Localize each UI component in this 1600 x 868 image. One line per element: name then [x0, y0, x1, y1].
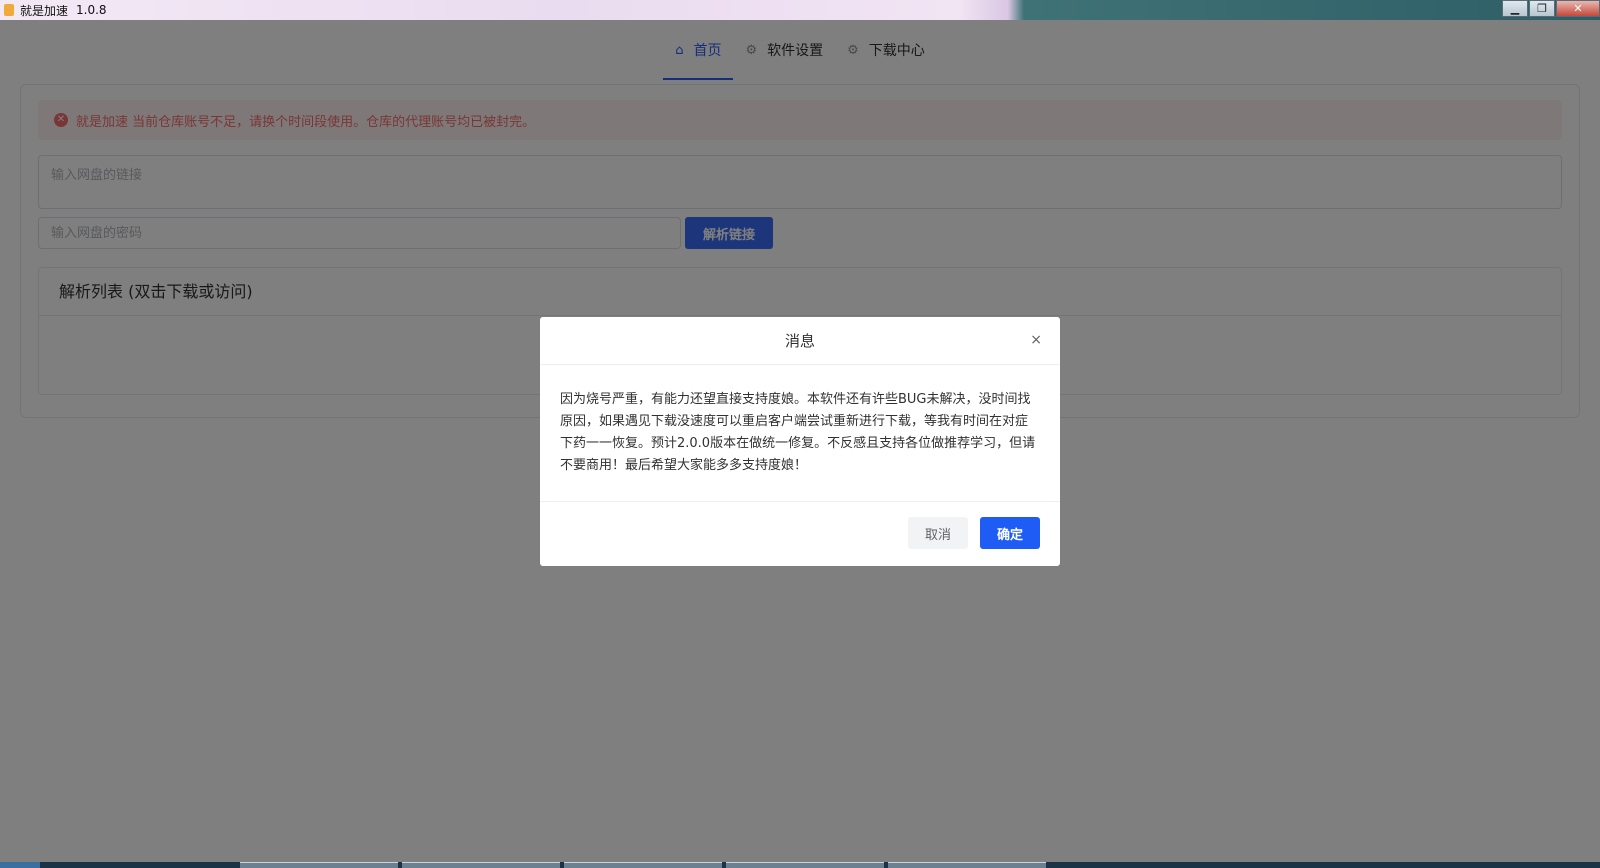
minimize-button[interactable]: ▁: [1502, 0, 1528, 17]
window-controls: ▁ ❐ ✕: [1501, 0, 1600, 17]
app-icon: [4, 4, 14, 16]
taskbar-item[interactable]: [240, 862, 398, 868]
window-titlebar: 就是加速 1.0.8 ▁ ❐ ✕: [0, 0, 1600, 20]
taskbar-item[interactable]: [726, 862, 884, 868]
close-window-button[interactable]: ✕: [1556, 0, 1600, 17]
dialog-title: 消息: [784, 332, 815, 350]
os-taskbar: [0, 862, 1600, 868]
window-title: 就是加速: [20, 3, 69, 18]
message-dialog: 消息 × 因为烧号严重，有能力还望直接支持度娘。本软件还有许些BUG未解决，没时…: [540, 317, 1060, 566]
close-icon[interactable]: ×: [1030, 332, 1042, 348]
taskbar-item[interactable]: [402, 862, 560, 868]
dialog-footer: 取消 确定: [908, 517, 1040, 549]
cancel-button[interactable]: 取消: [908, 517, 968, 549]
restore-button[interactable]: ❐: [1529, 0, 1555, 17]
taskbar-item[interactable]: [564, 862, 722, 868]
dialog-message: 因为烧号严重，有能力还望直接支持度娘。本软件还有许些BUG未解决，没时间找原因，…: [540, 365, 1060, 502]
dialog-header: 消息 ×: [540, 317, 1060, 365]
taskbar-item[interactable]: [888, 862, 1046, 868]
confirm-button[interactable]: 确定: [980, 517, 1040, 549]
start-button[interactable]: [0, 862, 40, 868]
window-version: 1.0.8: [76, 3, 107, 17]
